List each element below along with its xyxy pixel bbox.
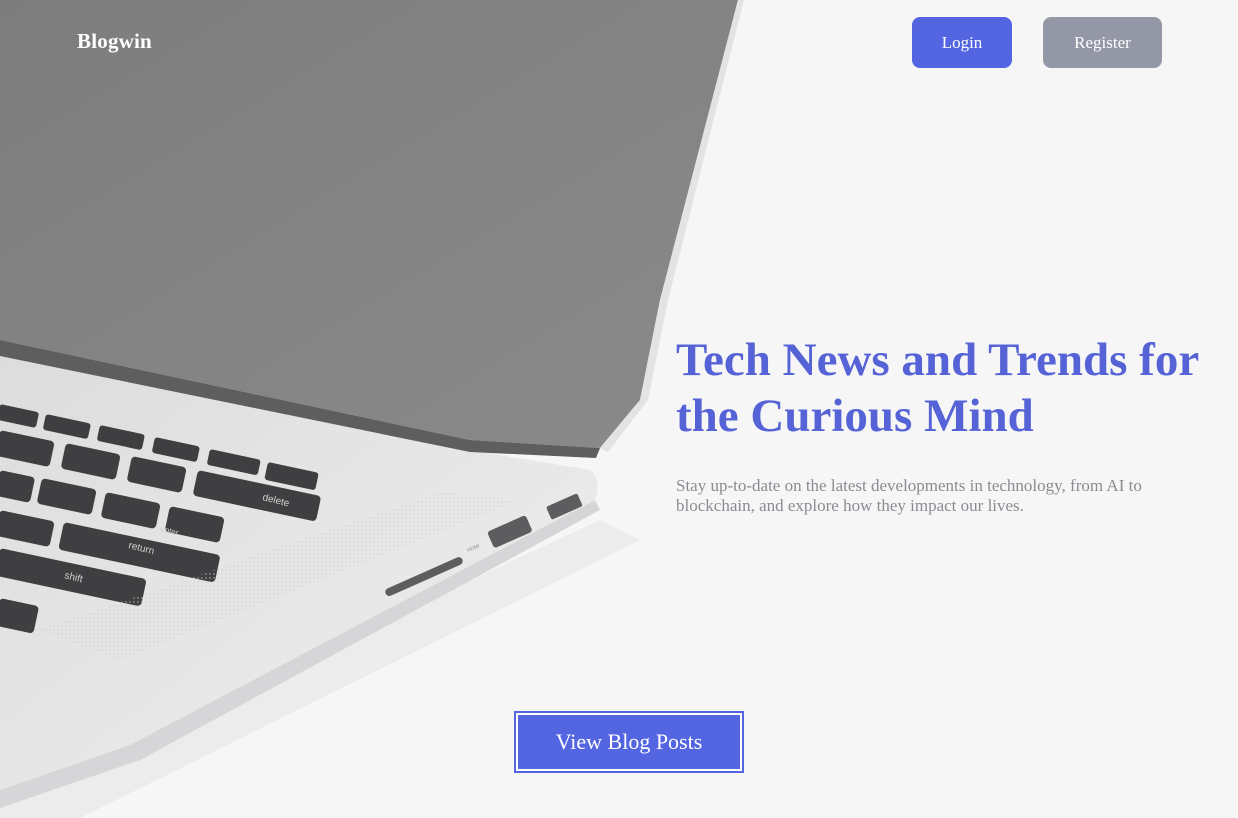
view-blog-posts-button[interactable]: View Blog Posts [518,715,740,769]
login-button[interactable]: Login [912,17,1012,68]
hero-subtitle: Stay up-to-date on the latest developmen… [676,476,1142,515]
register-button[interactable]: Register [1043,17,1162,68]
cta-frame: View Blog Posts [514,711,744,773]
hero-title: Tech News and Trends for the Curious Min… [676,334,1199,442]
site-logo[interactable]: Blogwin [77,29,152,54]
